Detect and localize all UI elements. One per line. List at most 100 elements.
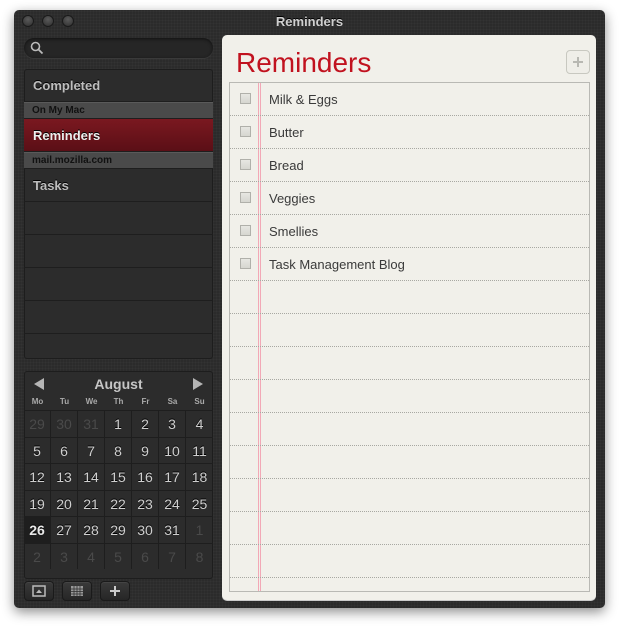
empty-reminder-row[interactable] [230, 446, 589, 479]
add-reminder-button[interactable] [566, 50, 590, 74]
weekday-label: Tu [59, 397, 70, 406]
next-month-arrow-icon[interactable] [193, 378, 203, 390]
sidebar-item-reminders[interactable]: Reminders [24, 119, 213, 152]
reminder-item[interactable]: Task Management Blog [230, 248, 589, 281]
weekday-label: Mo [31, 397, 44, 406]
calendar-day[interactable]: 2 [24, 542, 51, 569]
calendar-day[interactable]: 31 [78, 410, 105, 437]
calendar-day[interactable]: 10 [159, 436, 186, 463]
search-input[interactable] [46, 40, 206, 56]
show-info-button[interactable] [24, 581, 54, 601]
weekday-label: We [85, 397, 98, 406]
calendar-day-today[interactable]: 26 [24, 516, 51, 543]
calendar-day[interactable]: 3 [159, 410, 186, 437]
calendar-day[interactable]: 7 [78, 436, 105, 463]
calendar-day[interactable]: 31 [159, 516, 186, 543]
calendar-day[interactable]: 22 [105, 489, 132, 516]
add-list-button[interactable] [100, 581, 130, 601]
calendar-day[interactable]: 18 [186, 463, 213, 490]
calendar-day[interactable]: 21 [78, 489, 105, 516]
reminder-text[interactable]: Butter [269, 125, 304, 140]
calendar-day[interactable]: 7 [159, 542, 186, 569]
empty-list-row [24, 301, 213, 334]
calendar-day[interactable]: 8 [186, 542, 213, 570]
calendar-day[interactable]: 4 [186, 410, 213, 437]
calendar-day[interactable]: 25 [186, 489, 213, 517]
calendar-day-grid: 29 30 31 1 2 3 4 5 6 7 8 9 10 11 12 13 14 15 16 17 18 19 20 21 2… [24, 410, 213, 569]
reminder-checkbox[interactable] [240, 225, 251, 236]
reminder-text[interactable]: Task Management Blog [269, 257, 405, 272]
empty-reminder-row[interactable] [230, 479, 589, 512]
weekday-label: Fr [141, 397, 150, 406]
calendar-day[interactable]: 5 [105, 542, 132, 569]
calendar-day[interactable]: 30 [132, 516, 159, 543]
reminder-text[interactable]: Bread [269, 158, 304, 173]
calendar-day[interactable]: 19 [24, 489, 51, 516]
reminder-item[interactable]: Smellies [230, 215, 589, 248]
group-header-on-my-mac: On My Mac [24, 102, 213, 119]
weekday-header: Mo Tu We Th Fr Sa Su [24, 397, 213, 409]
calendar-day[interactable]: 12 [24, 463, 51, 490]
calendar-day[interactable]: 2 [132, 410, 159, 437]
empty-reminder-row[interactable] [230, 413, 589, 446]
reminder-checkbox[interactable] [240, 192, 251, 203]
calendar-day[interactable]: 11 [186, 436, 213, 464]
search-icon [30, 41, 44, 55]
calendar-day[interactable]: 23 [132, 489, 159, 516]
reminder-item[interactable]: Bread [230, 149, 589, 182]
empty-list-row [24, 235, 213, 268]
empty-reminder-row[interactable] [230, 512, 589, 545]
reminder-text[interactable]: Smellies [269, 224, 318, 239]
info-panel-icon [32, 585, 46, 597]
calendar-day[interactable]: 1 [186, 516, 213, 543]
calendar-day[interactable]: 6 [51, 436, 78, 463]
empty-reminder-row[interactable] [230, 314, 589, 347]
calendar-day[interactable]: 20 [51, 489, 78, 516]
calendar-day[interactable]: 1 [105, 410, 132, 437]
reminder-text[interactable]: Veggies [269, 191, 315, 206]
calendar-day[interactable]: 28 [78, 516, 105, 543]
reminder-item[interactable]: Butter [230, 116, 589, 149]
calendar-day[interactable]: 5 [24, 436, 51, 463]
calendar-day[interactable]: 27 [51, 516, 78, 543]
calendar-day[interactable]: 30 [51, 410, 78, 437]
search-field[interactable] [24, 38, 213, 58]
list-title: Reminders [236, 47, 372, 78]
reminder-item[interactable]: Milk & Eggs [230, 83, 589, 116]
reminder-checkbox[interactable] [240, 258, 251, 269]
calendar-day[interactable]: 3 [51, 542, 78, 569]
empty-reminder-row[interactable] [230, 380, 589, 413]
empty-reminder-row[interactable] [230, 347, 589, 380]
sidebar-item-completed[interactable]: Completed [24, 69, 213, 102]
reminder-text[interactable]: Milk & Eggs [269, 92, 338, 107]
reminder-checkbox[interactable] [240, 159, 251, 170]
empty-reminder-row[interactable] [230, 545, 589, 578]
show-calendar-button[interactable] [62, 581, 92, 601]
calendar-day[interactable]: 24 [159, 489, 186, 516]
sidebar-item-tasks[interactable]: Tasks [24, 169, 213, 202]
calendar-day[interactable]: 16 [132, 463, 159, 490]
empty-list-row [24, 334, 213, 359]
calendar-day[interactable]: 14 [78, 463, 105, 490]
calendar-month-label: August [94, 376, 143, 392]
weekday-label: Su [194, 397, 205, 406]
reminder-checkbox[interactable] [240, 126, 251, 137]
calendar-header: August [24, 371, 213, 397]
group-header-mail-mozilla: mail.mozilla.com [24, 152, 213, 169]
calendar-day[interactable]: 4 [78, 542, 105, 569]
calendar-day[interactable]: 15 [105, 463, 132, 490]
reminder-checkbox[interactable] [240, 93, 251, 104]
reminders-paper: Reminders Milk & Eggs Butter Bread Veggies S… [222, 35, 596, 600]
calendar-day[interactable]: 17 [159, 463, 186, 490]
reminder-item[interactable]: Veggies [230, 182, 589, 215]
calendar-day[interactable]: 13 [51, 463, 78, 490]
calendar-day[interactable]: 6 [132, 542, 159, 569]
plus-icon [573, 57, 583, 67]
calendar-day[interactable]: 8 [105, 436, 132, 463]
calendar-day[interactable]: 29 [105, 516, 132, 543]
empty-reminder-row[interactable] [230, 578, 589, 591]
calendar-day[interactable]: 9 [132, 436, 159, 463]
reminder-list: Milk & Eggs Butter Bread Veggies Smellies Tas… [229, 82, 590, 592]
empty-reminder-row[interactable] [230, 281, 589, 314]
calendar-day[interactable]: 29 [24, 410, 51, 437]
